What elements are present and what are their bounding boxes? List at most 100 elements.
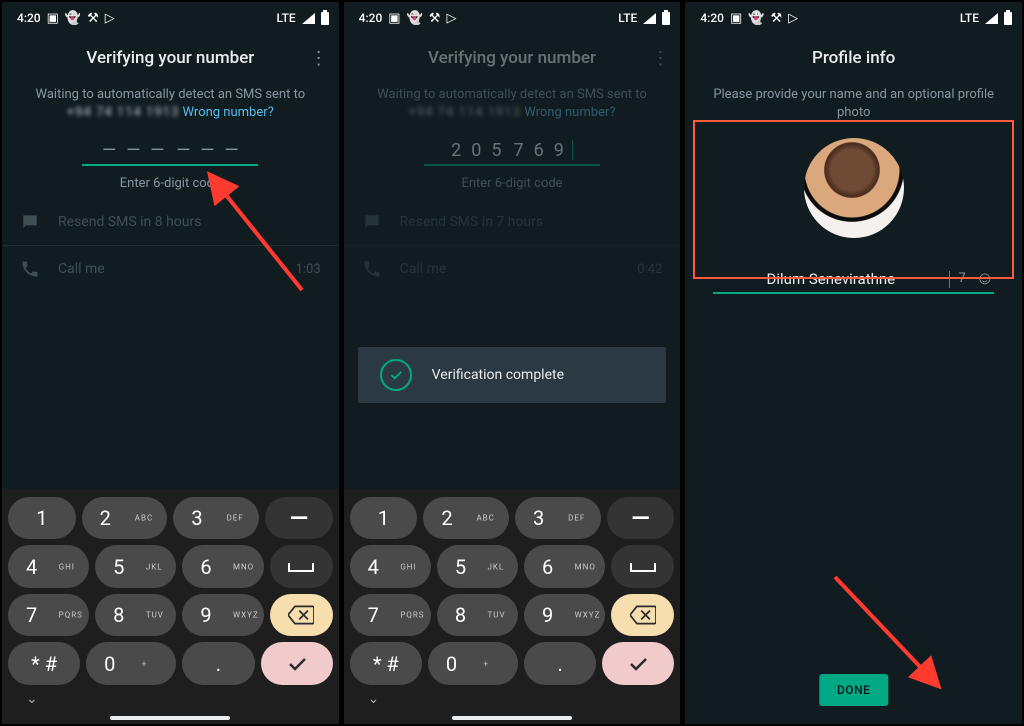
screen-profile-info: 4:20 ▣ 👻 ⚒ ▷ LTE ⋮ Profile info ⋮ Please… [685, 2, 1022, 724]
keypad-key-0[interactable]: 0+ [86, 642, 176, 684]
name-char-remaining: 7 [958, 271, 965, 286]
wait-text: Waiting to automatically detect an SMS s… [362, 86, 663, 122]
status-bar: 4:20 ▣ 👻 ⚒ ▷ LTE [2, 2, 339, 30]
name-input[interactable]: Dilum Senevirathne [713, 270, 948, 288]
keypad-key-1[interactable]: 1 [350, 497, 418, 539]
collapse-keyboard-icon[interactable]: ⌄ [350, 691, 675, 708]
numeric-keypad: 12ABC3DEF— 4GHI5JKL6MNO 7PQRS8TUV9WXYZ * #0… [2, 489, 339, 724]
keypad-key-5[interactable]: 5JKL [95, 545, 176, 587]
keypad-key-7[interactable]: 7PQRS [8, 594, 89, 636]
title-row: ⋮ Verifying your number ⋮ [2, 30, 339, 86]
keypad-key-check[interactable] [261, 642, 333, 684]
keypad-key-9[interactable]: 9WXYZ [182, 594, 263, 636]
play-store-icon: ▷ [105, 11, 115, 26]
keypad-key-␣[interactable] [270, 545, 333, 587]
call-timer: 0:42 [637, 262, 662, 277]
masked-phone: +94 74 114 1913 [67, 105, 179, 120]
signal-icon [985, 13, 998, 24]
wait-text: Waiting to automatically detect an SMS s… [20, 86, 321, 122]
network-label: LTE [960, 11, 979, 25]
profile-photo[interactable] [804, 138, 904, 238]
keypad-key-8[interactable]: 8TUV [95, 594, 176, 636]
keypad-key-* #[interactable]: * # [8, 642, 80, 684]
keypad-key-8[interactable]: 8TUV [437, 594, 518, 636]
signal-icon [643, 13, 656, 24]
page-title: Verifying your number [376, 48, 649, 68]
keypad-key-6[interactable]: 6MNO [524, 545, 605, 587]
keypad-key-3[interactable]: 3DEF [515, 497, 601, 539]
playstation-icon: ⚒ [429, 11, 441, 26]
keypad-key-7[interactable]: 7PQRS [350, 594, 431, 636]
call-me-row: Call me 1:03 [2, 246, 339, 292]
keypad-key-check[interactable] [602, 642, 674, 684]
collapse-keyboard-icon[interactable]: ⌄ [8, 691, 333, 708]
screen-verify-empty: 4:20 ▣ 👻 ⚒ ▷ LTE ⋮ Verifying your number… [2, 2, 339, 724]
keypad-key-9[interactable]: 9WXYZ [524, 594, 605, 636]
keypad-key-back[interactable] [270, 594, 333, 636]
phone-icon [20, 259, 40, 279]
sms-icon [362, 212, 382, 232]
keypad-key-4[interactable]: 4GHI [8, 545, 89, 587]
nav-pill[interactable] [452, 716, 572, 720]
masked-phone: +94 74 114 1913 [409, 105, 521, 120]
enter-code-hint: Enter 6-digit code [362, 176, 663, 191]
message-icon: ▣ [730, 11, 742, 26]
status-bar: 4:20 ▣ 👻 ⚒ ▷ LTE [685, 2, 1022, 30]
playstation-icon: ⚒ [87, 11, 99, 26]
keypad-key-.[interactable]: . [182, 642, 254, 684]
code-input[interactable]: — — — — — — [82, 140, 258, 166]
keypad-key-.[interactable]: . [524, 642, 596, 684]
clock: 4:20 [700, 11, 724, 25]
enter-code-hint: Enter 6-digit code [20, 176, 321, 191]
title-row: ⋮ Verifying your number ⋮ [344, 30, 681, 86]
snapchat-icon: 👻 [407, 11, 423, 26]
keypad-key-—[interactable]: — [265, 497, 333, 539]
play-store-icon: ▷ [788, 11, 798, 26]
battery-icon [321, 12, 329, 25]
done-button[interactable]: DONE [819, 674, 888, 706]
wrong-number-link[interactable]: Wrong number? [183, 105, 274, 120]
check-circle-icon [380, 359, 412, 391]
name-input-row: Dilum Senevirathne 7 ☺ [713, 268, 994, 294]
signal-icon [302, 13, 315, 24]
snapchat-icon: 👻 [748, 11, 764, 26]
keypad-key-6[interactable]: 6MNO [182, 545, 263, 587]
keypad-key-2[interactable]: 2ABC [423, 497, 509, 539]
keypad-key-* #[interactable]: * # [350, 642, 422, 684]
resend-sms-row: Resend SMS in 8 hours [2, 199, 339, 245]
network-label: LTE [618, 11, 637, 25]
code-input[interactable]: 2 0 5 7 6 9 [424, 140, 600, 166]
call-timer: 1:03 [296, 262, 321, 277]
keypad-key-3[interactable]: 3DEF [173, 497, 259, 539]
message-icon: ▣ [388, 11, 400, 26]
network-label: LTE [277, 11, 296, 25]
keypad-key-2[interactable]: 2ABC [82, 497, 168, 539]
keypad-key-␣[interactable] [611, 545, 674, 587]
sms-icon [20, 212, 40, 232]
emoji-picker-icon[interactable]: ☺ [976, 268, 994, 289]
status-app-icons: ▣ 👻 ⚒ ▷ [47, 11, 115, 26]
status-bar: 4:20 ▣ 👻 ⚒ ▷ LTE [344, 2, 681, 30]
resend-sms-row: Resend SMS in 7 hours [344, 199, 681, 245]
keypad-key-back[interactable] [611, 594, 674, 636]
wrong-number-link[interactable]: Wrong number? [524, 105, 615, 120]
phone-icon [362, 259, 382, 279]
play-store-icon: ▷ [446, 11, 456, 26]
keypad-key-4[interactable]: 4GHI [350, 545, 431, 587]
text-cursor [572, 140, 573, 160]
playstation-icon: ⚒ [770, 11, 782, 26]
page-title: Profile info [717, 48, 990, 68]
keypad-key-5[interactable]: 5JKL [437, 545, 518, 587]
more-menu-icon[interactable]: ⋮ [648, 48, 672, 69]
nav-pill[interactable] [110, 716, 230, 720]
more-menu-icon[interactable]: ⋮ [307, 48, 331, 69]
keypad-key-—[interactable]: — [607, 497, 675, 539]
keypad-key-0[interactable]: 0+ [428, 642, 518, 684]
keypad-key-1[interactable]: 1 [8, 497, 76, 539]
screen-verify-complete: 4:20 ▣ 👻 ⚒ ▷ LTE ⋮ Verifying your number… [344, 2, 681, 724]
profile-subtitle: Please provide your name and an optional… [703, 86, 1004, 122]
battery-icon [662, 12, 670, 25]
status-app-icons: ▣ 👻 ⚒ ▷ [388, 11, 456, 26]
message-icon: ▣ [47, 11, 59, 26]
verification-complete-banner: Verification complete [358, 347, 667, 403]
